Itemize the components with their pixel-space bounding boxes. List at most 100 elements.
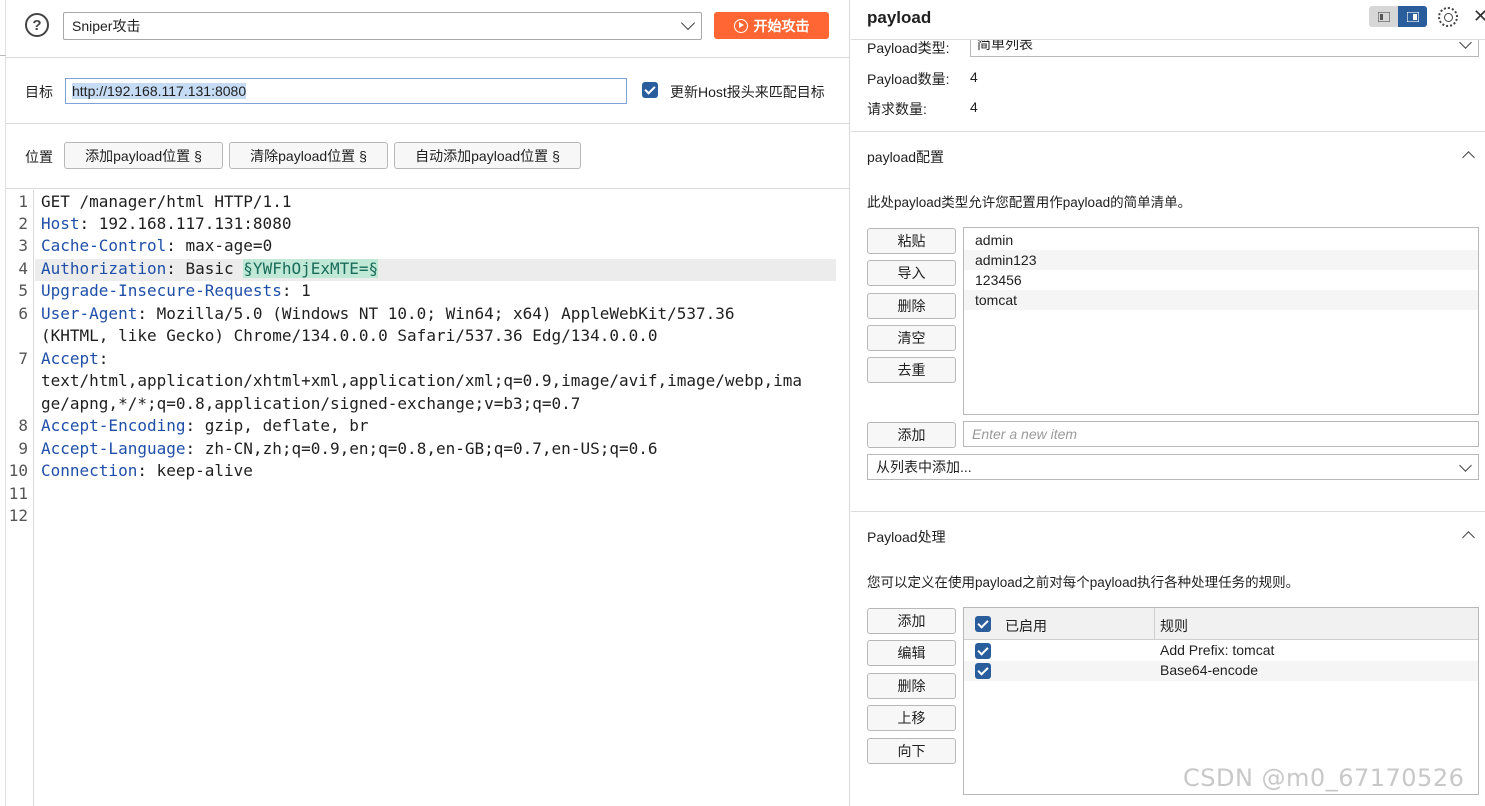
update-host-label: 更新Host报头来匹配目标	[670, 84, 825, 100]
remove-rule-button[interactable]: 删除	[867, 673, 956, 699]
list-item[interactable]: admin123	[964, 250, 1478, 270]
payload-processing-desc: 您可以定义在使用payload之前对每个payload执行各种处理任务的规则。	[867, 575, 1300, 590]
close-icon[interactable]: ✕	[1473, 6, 1485, 27]
start-attack-label: 开始攻击	[753, 17, 810, 34]
header-key: Connection	[41, 461, 138, 480]
settings-gear-icon[interactable]	[1438, 7, 1458, 27]
move-down-button[interactable]: 向下	[867, 738, 956, 764]
header-line-wrap: (KHTML, like Gecko) Chrome/134.0.0.0 Saf…	[41, 325, 837, 347]
header-key: User-Agent	[41, 304, 138, 323]
payload-pane: payload ✕ Payload类型: 简单列表 Payload数量: 4 请…	[851, 0, 1485, 806]
remove-button[interactable]: 删除	[867, 293, 956, 319]
table-row[interactable]: Base64-encode	[964, 661, 1478, 681]
payload-count-label: Payload数量:	[867, 71, 950, 87]
add-from-list-value: 从列表中添加...	[876, 459, 972, 475]
chevron-down-icon	[1459, 459, 1472, 472]
edit-rule-button[interactable]: 编辑	[867, 640, 956, 666]
list-view-icon[interactable]	[1369, 6, 1398, 27]
line-number: 11	[8, 484, 28, 503]
divider	[851, 511, 1485, 512]
header-line: Cache-Control: max-age=0	[41, 235, 837, 257]
attack-config-pane: ? Sniper攻击 开始攻击 目标 http://192.168.117.13…	[0, 0, 850, 806]
target-url-input[interactable]: http://192.168.117.131:8080	[65, 78, 627, 104]
header-key: Host	[41, 214, 80, 233]
payload-processing-title: Payload处理	[867, 529, 946, 545]
header-key: Authorization	[41, 259, 167, 278]
header-line: Accept-Encoding: gzip, deflate, br	[41, 415, 837, 437]
pane-title: payload	[867, 8, 932, 27]
update-host-checkbox[interactable]	[642, 82, 658, 98]
move-up-button[interactable]: 上移	[867, 705, 956, 731]
line-number: 3	[18, 236, 28, 255]
header-line-wrap: ge/apng,*/*;q=0.8,application/signed-exc…	[41, 393, 837, 415]
header-value: : keep-alive	[137, 461, 253, 480]
split-view-icon[interactable]	[1398, 6, 1427, 27]
line-number: 10	[8, 461, 28, 480]
positions-label: 位置	[25, 149, 53, 165]
attack-type-value: Sniper攻击	[72, 18, 141, 34]
header-line: Accept-Language: zh-CN,zh;q=0.9,en;q=0.8…	[41, 438, 837, 460]
line-number: 7	[18, 349, 28, 368]
request-line: GET /manager/html HTTP/1.1	[41, 191, 837, 213]
divider	[851, 39, 1485, 40]
payload-list[interactable]: admin admin123 123456 tomcat	[963, 227, 1479, 415]
list-item[interactable]: 123456	[964, 270, 1478, 290]
select-all-checkbox[interactable]	[975, 616, 991, 632]
divider	[6, 57, 849, 58]
clear-payload-position-button[interactable]: 清除payload位置 §	[229, 142, 388, 169]
chevron-up-icon[interactable]	[1462, 151, 1475, 164]
header-line: Upgrade-Insecure-Requests: 1	[41, 280, 837, 302]
attack-type-select[interactable]: Sniper攻击	[63, 12, 702, 40]
column-header-rule[interactable]: 规则	[1160, 616, 1188, 636]
target-label: 目标	[25, 84, 53, 100]
payload-config-title: payload配置	[867, 149, 945, 165]
line-number: 5	[18, 281, 28, 300]
column-divider	[1154, 608, 1155, 640]
payload-type-select[interactable]: 简单列表	[970, 36, 1479, 57]
line-number: 4	[18, 259, 28, 278]
request-count-value: 4	[970, 99, 978, 115]
table-row[interactable]: Add Prefix: tomcat	[964, 641, 1478, 661]
line-number: 1	[18, 192, 28, 211]
header-value: : 1	[281, 281, 311, 300]
header-value: : 192.168.117.131:8080	[79, 214, 292, 233]
payload-config-desc: 此处payload类型允许您配置用作payload的简单清单。	[867, 195, 1192, 210]
header-line-wrap: text/html,application/xhtml+xml,applicat…	[41, 370, 837, 392]
divider	[851, 131, 1485, 132]
header-value: :	[98, 349, 109, 368]
list-item[interactable]: admin	[964, 230, 1478, 250]
rule-text: Add Prefix: tomcat	[1160, 642, 1275, 658]
header-line: Accept:	[41, 348, 837, 370]
header-line: Host: 192.168.117.131:8080	[41, 213, 837, 235]
auto-add-payload-position-button[interactable]: 自动添加payload位置 §	[394, 142, 581, 169]
clear-button[interactable]: 清空	[867, 325, 956, 351]
column-header-enabled[interactable]: 已启用	[1005, 616, 1047, 636]
header-value: : Basic	[166, 259, 244, 278]
request-line-text: GET /manager/html HTTP/1.1	[41, 192, 292, 211]
table-header: 已启用 规则	[964, 608, 1478, 640]
help-icon[interactable]: ?	[25, 13, 49, 37]
header-value: : max-age=0	[166, 236, 273, 255]
payload-type-label: Payload类型:	[867, 40, 950, 56]
header-key: Upgrade-Insecure-Requests	[41, 281, 282, 300]
new-item-input[interactable]: Enter a new item	[963, 421, 1479, 447]
rule-enabled-checkbox[interactable]	[975, 663, 991, 679]
rule-enabled-checkbox[interactable]	[975, 643, 991, 659]
list-item[interactable]: tomcat	[964, 290, 1478, 310]
view-toggle[interactable]	[1369, 6, 1427, 27]
paste-button[interactable]: 粘贴	[867, 228, 956, 254]
watermark: CSDN @m0_67170526	[1183, 764, 1465, 792]
import-button[interactable]: 导入	[867, 260, 956, 286]
add-from-list-select[interactable]: 从列表中添加...	[867, 454, 1479, 480]
start-attack-button[interactable]: 开始攻击	[714, 12, 829, 39]
payload-type-value: 简单列表	[977, 36, 1033, 52]
add-rule-button[interactable]: 添加	[867, 608, 956, 634]
header-value: : zh-CN,zh;q=0.9,en;q=0.8,en-GB;q=0.7,en…	[185, 439, 658, 458]
header-line: User-Agent: Mozilla/5.0 (Windows NT 10.0…	[41, 303, 837, 325]
add-payload-position-button[interactable]: 添加payload位置 §	[64, 142, 223, 169]
chevron-up-icon[interactable]	[1462, 531, 1475, 544]
add-item-button[interactable]: 添加	[867, 422, 956, 448]
payload-position-marker[interactable]: §YWFhOjExMTE=§	[243, 259, 379, 278]
deduplicate-button[interactable]: 去重	[867, 357, 956, 383]
request-editor[interactable]: 1 2 3 4 5 6 7 8 9 10 11 12 GET /manager/…	[6, 190, 849, 806]
